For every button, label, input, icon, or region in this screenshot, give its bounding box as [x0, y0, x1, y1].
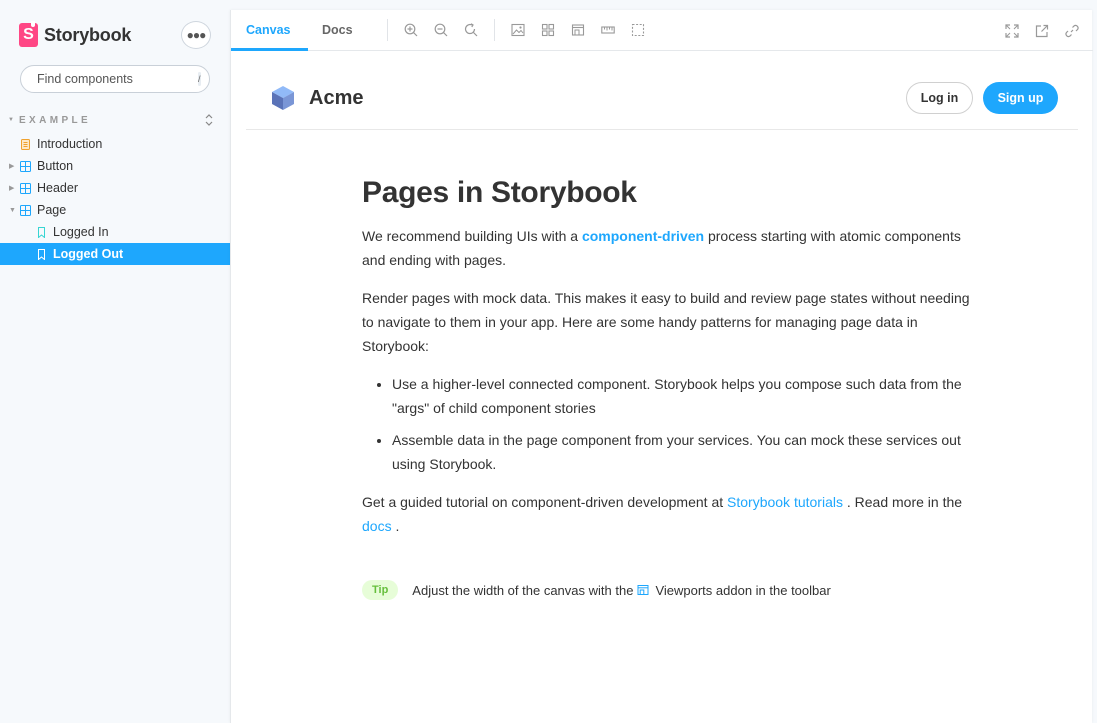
- main-panel: Canvas Docs Acme Log in Sign up Pages in…: [230, 10, 1093, 723]
- text-span: We recommend building UIs with a: [362, 228, 582, 244]
- fullscreen-icon: [1005, 23, 1019, 38]
- component-icon: [20, 160, 31, 172]
- tree-item-label: Logged In: [53, 225, 109, 239]
- component-tree: Introduction ▶ Button ▶ Header ▼ Page Lo…: [0, 133, 230, 265]
- search-shortcut-key: /: [198, 72, 201, 86]
- zoom-in-button[interactable]: [396, 10, 426, 50]
- docs-link[interactable]: docs: [362, 518, 392, 534]
- open-new-tab-icon: [1035, 24, 1049, 37]
- caret-right-icon: ▶: [9, 185, 15, 192]
- tutorial-paragraph: Get a guided tutorial on component-drive…: [362, 490, 972, 538]
- copy-link-button[interactable]: [1057, 10, 1087, 51]
- grid-icon: [541, 23, 554, 37]
- text-span: Get a guided tutorial on component-drive…: [362, 494, 728, 510]
- patterns-list: Use a higher-level connected component. …: [392, 372, 972, 476]
- list-item: Assemble data in the page component from…: [392, 428, 972, 476]
- background-icon: [511, 23, 525, 37]
- tree-item-label: Logged Out: [53, 247, 124, 261]
- tree-item-label: Button: [37, 159, 74, 173]
- tree-item-logged-out[interactable]: Logged Out: [0, 243, 230, 265]
- bookmark-icon: [38, 248, 45, 260]
- tree-item-logged-in[interactable]: Logged In: [0, 221, 230, 243]
- tree-item-label: Page: [37, 203, 67, 217]
- fullscreen-button[interactable]: [997, 10, 1027, 51]
- tip-row: Tip Adjust the width of the canvas with …: [362, 580, 831, 600]
- bookmark-icon: [38, 226, 45, 238]
- caret-down-icon: ▼: [8, 117, 14, 123]
- tip-text-after: Viewports addon in the toolbar: [655, 582, 831, 598]
- zoom-reset-button[interactable]: [456, 10, 486, 50]
- tree-item-introduction[interactable]: Introduction: [0, 133, 230, 155]
- component-icon: [20, 204, 31, 216]
- tab-docs[interactable]: Docs: [308, 10, 367, 50]
- measure-icon: [600, 26, 615, 34]
- acme-title: Acme: [309, 87, 364, 109]
- section-header-example[interactable]: ▼ EXAMPLE: [8, 113, 218, 127]
- viewport-icon: [637, 585, 649, 595]
- storybook-tutorials-link[interactable]: Storybook tutorials: [727, 494, 843, 510]
- sidebar: S Storybook ●●● / ▼ EXAMPLE Introductio: [0, 0, 230, 723]
- brand[interactable]: S Storybook: [19, 21, 132, 48]
- outline-icon: [631, 23, 644, 37]
- tree-item-label: Header: [37, 181, 78, 195]
- more-options-button[interactable]: ●●●: [181, 21, 211, 49]
- text-span: .: [391, 518, 400, 534]
- outline-button[interactable]: [623, 10, 653, 50]
- zoom-out-icon: [434, 23, 448, 37]
- section-title: EXAMPLE: [18, 114, 92, 126]
- component-driven-link[interactable]: component-driven: [582, 228, 704, 244]
- tree-item-label: Introduction: [37, 137, 103, 151]
- text-span: . Read more in the: [842, 494, 963, 510]
- component-icon: [20, 182, 31, 194]
- signup-button[interactable]: Sign up: [983, 82, 1058, 114]
- brand-name: Storybook: [44, 24, 132, 45]
- document-icon: [21, 138, 30, 150]
- viewport-button[interactable]: [563, 10, 593, 50]
- tab-canvas[interactable]: Canvas: [231, 10, 308, 51]
- viewport-icon: [571, 24, 584, 36]
- tip-badge: Tip: [362, 580, 399, 600]
- tree-item-page[interactable]: ▼ Page: [0, 199, 230, 221]
- caret-down-icon: ▼: [9, 206, 16, 214]
- zoom-in-icon: [404, 23, 418, 37]
- copy-link-icon: [1065, 24, 1079, 37]
- tip-text-before: Adjust the width of the canvas with the: [412, 582, 634, 598]
- measure-button[interactable]: [593, 10, 623, 50]
- toolbar-divider: [386, 19, 388, 41]
- intro-paragraph: We recommend building UIs with a compone…: [362, 224, 972, 272]
- login-button[interactable]: Log in: [906, 82, 973, 114]
- expand-collapse-icon[interactable]: [204, 113, 214, 127]
- grid-button[interactable]: [533, 10, 563, 50]
- page-heading: Pages in Storybook: [362, 176, 637, 209]
- tree-item-header[interactable]: ▶ Header: [0, 177, 230, 199]
- toolbar-divider: [493, 19, 495, 41]
- ellipsis-icon: ●●●: [186, 28, 207, 42]
- tree-item-button[interactable]: ▶ Button: [0, 155, 230, 177]
- background-button[interactable]: [503, 10, 533, 50]
- search-input[interactable]: [37, 72, 198, 86]
- list-item: Use a higher-level connected component. …: [392, 372, 972, 420]
- toolbar: Canvas Docs: [231, 10, 1093, 51]
- zoom-reset-icon: [464, 23, 478, 37]
- acme-cube-logo-icon: [272, 86, 294, 110]
- toolbar-right: [997, 10, 1087, 51]
- zoom-out-button[interactable]: [426, 10, 456, 50]
- page-content: Pages in Storybook We recommend building…: [362, 176, 972, 552]
- search-box[interactable]: /: [20, 65, 210, 93]
- acme-header: Acme Log in Sign up: [246, 51, 1078, 130]
- storybook-logo-icon: S: [19, 21, 38, 47]
- caret-right-icon: ▶: [9, 163, 15, 170]
- open-new-tab-button[interactable]: [1027, 10, 1057, 51]
- mock-data-paragraph: Render pages with mock data. This makes …: [362, 290, 970, 354]
